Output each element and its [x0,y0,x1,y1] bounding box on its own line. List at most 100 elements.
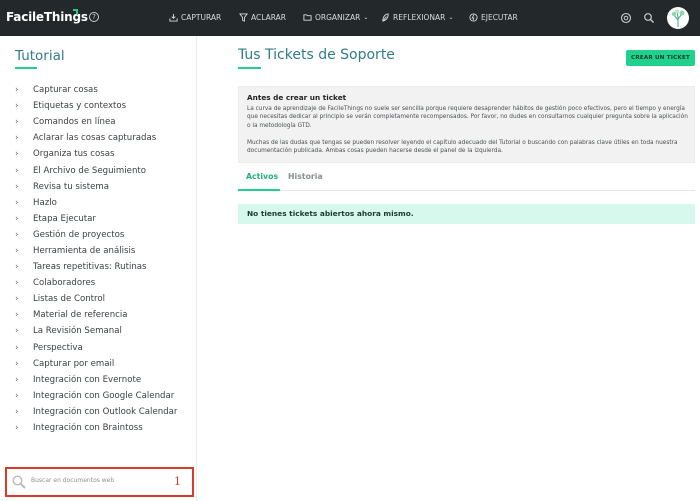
sidebar-item[interactable]: › Gestión de proyectos [0,227,196,243]
sidebar-item[interactable]: › Comandos en línea [0,114,196,130]
chevron-right-icon: › [15,101,19,112]
leaf-icon [382,13,389,22]
chevron-right-icon: › [15,229,19,240]
inbox-tray-icon [169,13,178,22]
sidebar-item[interactable]: › Perspectiva [0,340,196,356]
bolt-icon [469,13,478,22]
sidebar-item[interactable]: › Colaboradores [0,275,196,291]
chevron-right-icon: › [15,406,19,417]
sidebar-item[interactable]: › Capturar por email [0,356,196,372]
nav-reflexionar[interactable]: REFLEXIONAR ⌄ [381,13,453,22]
chevron-right-icon: › [15,390,19,401]
chevron-right-icon: › [15,133,19,144]
chevron-right-icon: › [15,423,19,434]
chevron-right-icon: › [15,310,19,321]
sidebar-item-label: Revisa tu sistema [33,181,110,192]
no-tickets-message: No tienes tickets abiertos ahora mismo. [238,204,695,224]
chevron-right-icon: › [15,262,19,273]
docs-search-box: 1 [5,467,194,497]
tab-activos[interactable]: Activos [246,172,278,181]
chevron-down-icon: ⌄ [363,14,369,21]
sidebar-item[interactable]: › Organiza tus cosas [0,146,196,162]
sidebar-item[interactable]: › Integración con Outlook Calendar [0,404,196,420]
chevron-right-icon: › [15,326,19,337]
tab-historia[interactable]: Historia [288,172,323,181]
sidebar-item[interactable]: › Aclarar las cosas capturadas [0,130,196,146]
panel-paragraph-1: La curva de aprendizaje de FacileThings … [247,106,688,129]
sidebar-item[interactable]: › Revisa tu sistema [0,179,196,195]
sidebar-item-label: Herramienta de análisis [33,245,136,256]
chevron-right-icon: › [15,85,19,96]
chevron-right-icon: › [15,149,19,160]
no-tickets-text: No tienes tickets abiertos ahora mismo. [247,209,414,218]
nav-organizar[interactable]: ORGANIZAR ⌄ [303,13,368,22]
sidebar-item-label: Listas de Control [33,294,106,305]
sidebar-item-label: Perspectiva [33,342,83,353]
chevron-right-icon: › [15,294,19,305]
sidebar-item-label: El Archivo de Seguimiento [33,165,147,176]
tutorial-chapter-list: › Capturar cosas › Etiquetas y contextos › Co… [0,82,196,436]
page-title-underline [238,67,261,69]
sidebar-item[interactable]: › La Revisión Semanal [0,323,196,339]
create-ticket-button[interactable]: CREAR UN TICKET [626,50,695,66]
panel-paragraph-2: Muchas de las dudas que tengas se pueden… [247,140,678,155]
ticket-tabs: Activos Historia [238,163,695,191]
sidebar-item[interactable]: › Integración con Braintoss [0,420,196,436]
before-creating-ticket-panel: Antes de crear un ticket La curva de apr… [238,86,695,163]
sidebar-item[interactable]: › Integración con Evernote [0,372,196,388]
sidebar-item[interactable]: › Tareas repetitivas: Rutinas [0,259,196,275]
sidebar-item-label: Aclarar las cosas capturadas [33,133,157,144]
sidebar-item-label: Tareas repetitivas: Rutinas [33,262,147,273]
help-icon[interactable]: ? [89,12,99,22]
folder-icon [303,14,312,21]
page-title: Tus Tickets de Soporte [238,47,395,63]
sidebar-item-label: Comandos en línea [33,117,116,128]
sidebar-item-label: Capturar por email [33,358,115,369]
logo-accent-mark [73,9,78,14]
sidebar-item-label: Gestión de proyectos [33,229,125,240]
sidebar-item[interactable]: › El Archivo de Seguimiento [0,162,196,178]
magnifier-icon [12,475,26,489]
nav-ejecutar[interactable]: EJECUTAR [469,13,518,22]
nav-capturar[interactable]: CAPTURAR [169,13,221,22]
sidebar-item-label: Etiquetas y contextos [33,101,127,112]
sidebar-item-label: Material de referencia [33,310,128,321]
nav-aclarar-label: ACLARAR [251,13,286,22]
search-icon[interactable] [643,12,655,24]
avatar[interactable] [667,7,689,29]
sidebar-item[interactable]: › Etiquetas y contextos [0,98,196,114]
sidebar-item-label: Hazlo [33,197,57,208]
nav-capturar-label: CAPTURAR [181,13,222,22]
chevron-right-icon: › [15,117,19,128]
chevron-right-icon: › [15,245,19,256]
sidebar-item-label: Organiza tus cosas [33,149,115,160]
sidebar-item[interactable]: › Integración con Google Calendar [0,388,196,404]
sidebar-item[interactable]: › Capturar cosas [0,82,196,98]
nav-aclarar[interactable]: ACLARAR [239,13,286,22]
chevron-right-icon: › [15,342,19,353]
sidebar-item-label: La Revisión Semanal [33,326,122,337]
sidebar-item[interactable]: › Hazlo [0,195,196,211]
chevron-right-icon: › [15,358,19,369]
tree-avatar-icon [671,9,685,27]
sidebar-item[interactable]: › Herramienta de análisis [0,243,196,259]
chevron-right-icon: › [15,165,19,176]
funnel-icon [239,13,248,22]
target-icon[interactable] [620,12,632,24]
chevron-right-icon: › [15,374,19,385]
panel-title: Antes de crear un ticket [247,93,347,102]
sidebar-title: Tutorial [15,48,65,64]
sidebar-item-label: Integración con Outlook Calendar [33,406,178,417]
sidebar-item[interactable]: › Etapa Ejecutar [0,211,196,227]
sidebar-item-label: Integración con Braintoss [33,423,143,434]
sidebar-title-underline [15,67,37,69]
sidebar-item[interactable]: › Material de referencia [0,307,196,323]
docs-search-input[interactable] [31,477,161,484]
chevron-right-icon: › [15,197,19,208]
chevron-down-icon: ⌄ [448,14,454,21]
sidebar-item-label: Capturar cosas [33,85,98,96]
annotation-number: 1 [174,475,181,488]
sidebar-item-label: Integración con Evernote [33,374,142,385]
sidebar-item[interactable]: › Listas de Control [0,291,196,307]
nav-organizar-label: ORGANIZAR [315,13,361,22]
